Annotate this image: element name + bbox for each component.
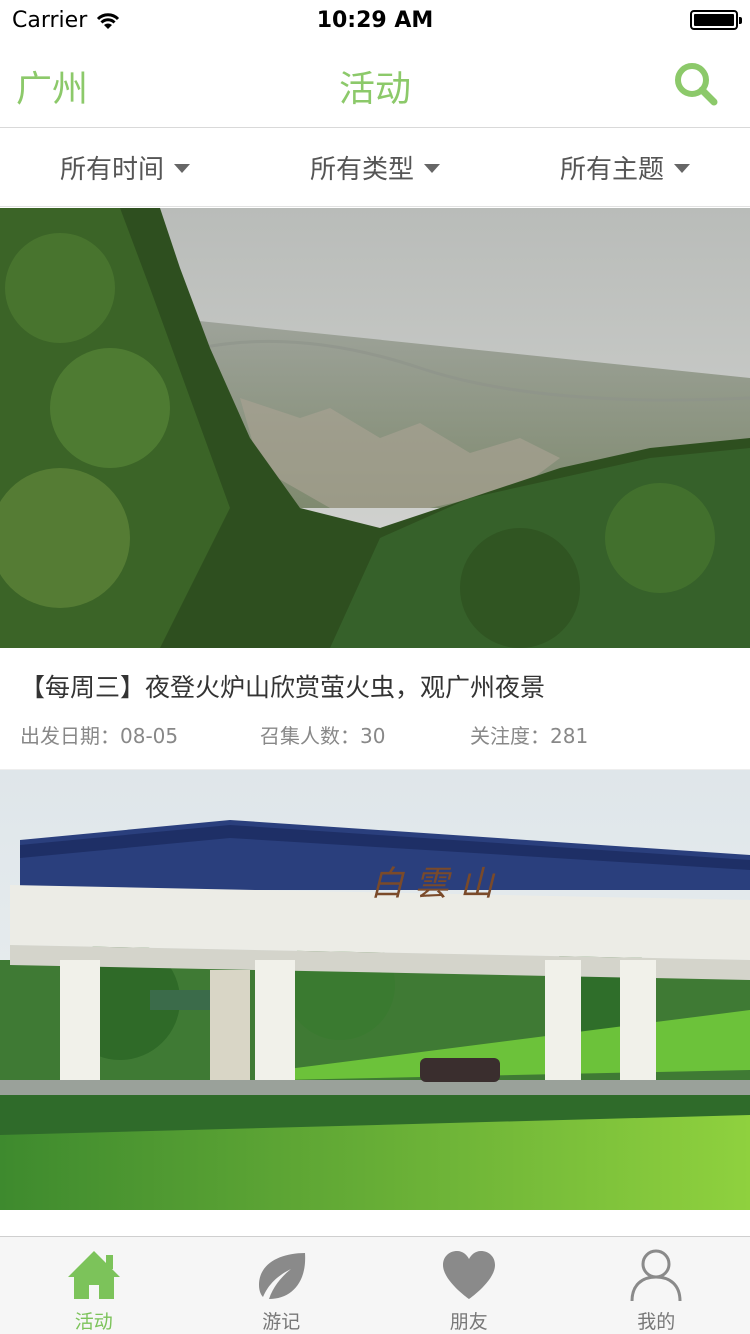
activity-title[interactable]: 【每周三】夜登火炉山欣赏萤火虫，观广州夜景 xyxy=(20,670,730,706)
filter-type-label: 所有类型 xyxy=(309,155,414,185)
activity-card[interactable]: 【每周三】夜登火炉山欣赏萤火虫，观广州夜景 出发日期：08-05 召集人数：30… xyxy=(0,208,750,770)
tab-friends[interactable]: 朋友 xyxy=(375,1237,563,1334)
page-title: 活动 xyxy=(338,69,411,110)
tab-friends-label: 朋友 xyxy=(449,1311,488,1333)
caret-down-icon xyxy=(174,164,190,173)
tab-travelogue-label: 游记 xyxy=(262,1311,301,1333)
filter-time-label: 所有时间 xyxy=(59,155,164,185)
heart-icon xyxy=(442,1251,495,1299)
home-icon xyxy=(67,1251,120,1299)
svg-text:白 雲 山: 白 雲 山 xyxy=(370,864,496,904)
caret-down-icon xyxy=(424,164,440,173)
tab-profile-label: 我的 xyxy=(637,1311,676,1333)
activity-card[interactable]: 白 雲 山 xyxy=(0,770,750,1210)
search-icon[interactable] xyxy=(672,60,720,108)
departure-date: 出发日期：08-05 xyxy=(20,724,179,748)
activity-photo-gate[interactable]: 白 雲 山 xyxy=(0,770,750,1210)
tab-travelogue[interactable]: 游记 xyxy=(188,1237,376,1334)
filter-theme-dropdown[interactable]: 所有主题 xyxy=(500,129,750,206)
tab-bar: 活动 游记 朋友 我的 xyxy=(0,1236,750,1334)
filter-bar: 所有时间 所有类型 所有主题 xyxy=(0,129,750,207)
activity-meta: 出发日期：08-05 召集人数：30 关注度：281 xyxy=(20,720,730,749)
activity-feed[interactable]: 【每周三】夜登火炉山欣赏萤火虫，观广州夜景 出发日期：08-05 召集人数：30… xyxy=(0,208,750,1236)
park-gate-image: 白 雲 山 xyxy=(0,770,750,1210)
activity-info: 【每周三】夜登火炉山欣赏萤火虫，观广州夜景 出发日期：08-05 召集人数：30… xyxy=(0,648,750,770)
nav-bar: 广州 活动 xyxy=(0,40,750,128)
tab-profile[interactable]: 我的 xyxy=(563,1237,750,1334)
tab-activities-label: 活动 xyxy=(74,1311,113,1333)
app-screen: Carrier 10:29 AM 广州 活动 所有时间 所有类型 所有主题 【每… xyxy=(0,0,750,1334)
mountain-landscape-image xyxy=(0,208,750,648)
activity-photo-mountain[interactable] xyxy=(0,208,750,648)
leaf-icon xyxy=(259,1253,306,1299)
tab-activities[interactable]: 活动 xyxy=(0,1237,188,1334)
caret-down-icon xyxy=(674,164,690,173)
filter-theme-label: 所有主题 xyxy=(559,155,664,185)
filter-type-dropdown[interactable]: 所有类型 xyxy=(250,129,500,206)
participant-count: 召集人数：30 xyxy=(260,724,386,748)
status-bar: Carrier 10:29 AM xyxy=(0,0,750,40)
status-time: 10:29 AM xyxy=(316,8,434,33)
attention-count: 关注度：281 xyxy=(470,724,589,748)
filter-time-dropdown[interactable]: 所有时间 xyxy=(0,129,250,206)
user-icon xyxy=(630,1249,682,1302)
battery-icon xyxy=(690,10,742,30)
